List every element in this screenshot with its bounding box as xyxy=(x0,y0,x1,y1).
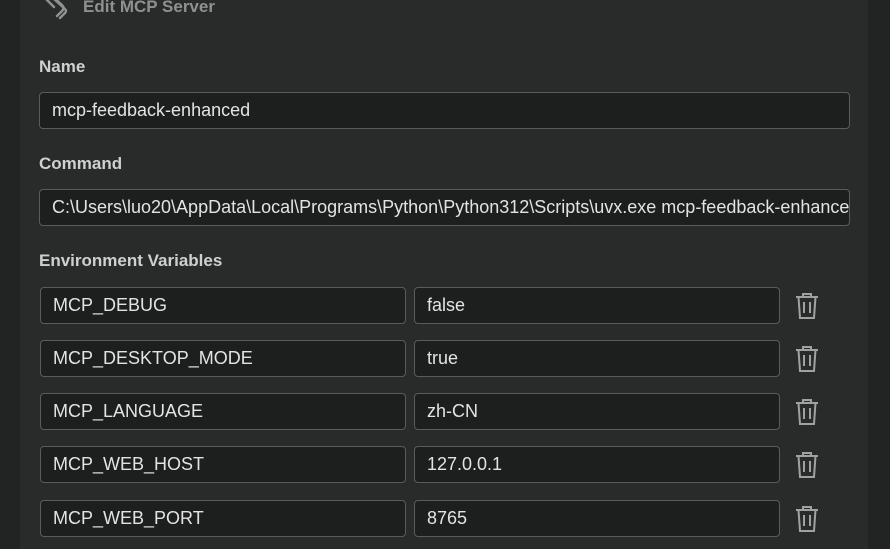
env-value-input[interactable]: 8765 xyxy=(414,500,780,537)
env-value-input[interactable]: 127.0.0.1 xyxy=(414,446,780,483)
env-key-input[interactable]: MCP_LANGUAGE xyxy=(40,393,406,430)
command-input[interactable]: C:\Users\luo20\AppData\Local\Programs\Py… xyxy=(39,189,850,226)
env-value-input[interactable]: zh-CN xyxy=(414,393,780,430)
trash-icon[interactable] xyxy=(795,505,819,533)
trash-icon[interactable] xyxy=(795,398,819,426)
env-key-input[interactable]: MCP_WEB_PORT xyxy=(40,500,406,537)
trash-icon[interactable] xyxy=(795,292,819,320)
trash-icon[interactable] xyxy=(795,451,819,479)
dialog-header: Edit MCP Server xyxy=(40,0,215,20)
env-vars-label: Environment Variables xyxy=(39,251,223,270)
trash-icon[interactable] xyxy=(795,345,819,373)
env-value-input[interactable]: false xyxy=(414,287,780,324)
env-key-input[interactable]: MCP_DESKTOP_MODE xyxy=(40,340,406,377)
name-label: Name xyxy=(39,57,86,76)
name-input[interactable]: mcp-feedback-enhanced xyxy=(39,92,850,129)
dialog-title: Edit MCP Server xyxy=(83,0,215,16)
env-value-input[interactable]: true xyxy=(414,340,780,377)
env-key-input[interactable]: MCP_WEB_HOST xyxy=(40,446,406,483)
command-label: Command xyxy=(39,154,123,173)
mcp-plug-icon xyxy=(40,0,74,20)
env-key-input[interactable]: MCP_DEBUG xyxy=(40,287,406,324)
